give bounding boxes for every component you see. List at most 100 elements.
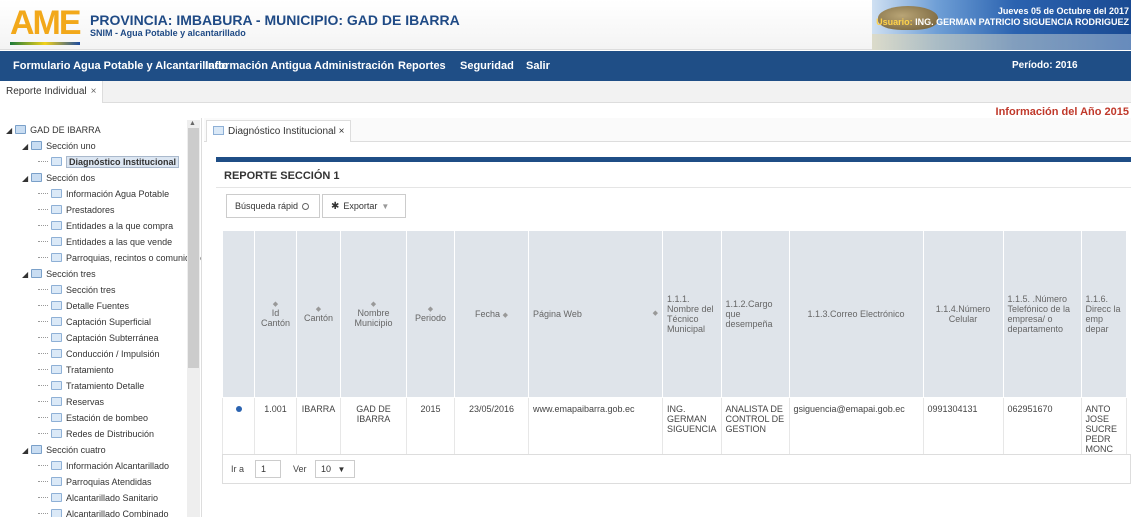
col-nombre-municipio[interactable]: ◆ Nombre Municipio: [340, 230, 407, 398]
tree-item[interactable]: Captación Superficial: [38, 314, 151, 330]
page-icon: [51, 413, 62, 422]
tree-item[interactable]: Prestadores: [38, 202, 115, 218]
tree-item[interactable]: Parroquias Atendidas: [38, 474, 152, 490]
ame-logo: AME: [8, 4, 82, 46]
cell-telefono: 062951670: [1002, 397, 1082, 461]
sidebar-tree: ◢ GAD DE IBARRA ◢ Sección uno Diagnóstico In…: [0, 118, 202, 517]
cell-id-canton: 1.001: [254, 397, 297, 461]
nav-salir[interactable]: Salir: [526, 60, 550, 72]
sidebar-scrollbar[interactable]: ▲: [187, 120, 200, 517]
report-table: ◆ Id Cantón ◆ Cantón ◆ Nombre Municipio ◆ Pe…: [222, 230, 1127, 461]
tree-item[interactable]: Tratamiento: [38, 362, 114, 378]
close-icon[interactable]: ×: [339, 126, 345, 137]
page-icon: [51, 509, 62, 517]
col-action: [222, 230, 255, 398]
nav-informacion-antigua[interactable]: Información Antigua: [205, 60, 312, 72]
cell-celular: 0991304131: [922, 397, 1004, 461]
col-id-canton[interactable]: ◆ Id Cantón: [254, 230, 297, 398]
cell-fecha: 23/05/2016: [454, 397, 529, 461]
close-icon[interactable]: ×: [91, 86, 97, 97]
page-icon: [51, 397, 62, 406]
tree-item[interactable]: Redes de Distribución: [38, 426, 154, 442]
col-fecha[interactable]: Fecha ◆: [454, 230, 529, 398]
export-button[interactable]: ✱ Exportar ▼: [322, 194, 406, 218]
goto-label: Ir a: [231, 464, 245, 474]
quick-search-button[interactable]: Búsqueda rápid: [226, 194, 320, 218]
header-subtitle: SNIM - Agua Potable y alcantarillado: [90, 28, 246, 38]
tree-item[interactable]: Diagnóstico Institucional: [38, 154, 180, 170]
page-icon: [51, 349, 62, 358]
col-cargo[interactable]: 1.1.2.Cargo que desempeña: [720, 230, 790, 398]
tree-folder[interactable]: ◢ Sección uno: [22, 138, 96, 154]
page-icon: [51, 493, 62, 502]
tree-root[interactable]: ◢ GAD DE IBARRA: [6, 122, 101, 138]
table-toolbar: Búsqueda rápid ✱ Exportar ▼: [226, 194, 406, 220]
sort-icon: ◆: [370, 301, 377, 308]
cell-cargo: ANALISTA DE CONTROL DE GESTION: [720, 397, 790, 461]
col-direccion[interactable]: 1.1.6. Direcc la emp depar: [1080, 230, 1127, 398]
page-icon: [51, 253, 62, 262]
page-icon: [51, 461, 62, 470]
tree-item[interactable]: Reservas: [38, 394, 104, 410]
current-date: Jueves 05 de Octubre del 2017: [997, 6, 1129, 16]
tree-item[interactable]: Entidades a la que compra: [38, 218, 173, 234]
tree-folder[interactable]: ◢ Sección tres: [22, 266, 96, 282]
col-canton[interactable]: ◆ Cantón: [296, 230, 341, 398]
section-title: REPORTE SECCIÓN 1: [216, 162, 1131, 188]
scroll-up-icon[interactable]: ▲: [189, 120, 196, 127]
tab-reporte-individual[interactable]: Reporte Individual ×: [0, 81, 104, 103]
page-icon: [213, 126, 224, 135]
nav-formulario[interactable]: Formulario Agua Potable y Alcantarillado: [13, 60, 228, 72]
page-icon: [51, 365, 62, 374]
tree-folder[interactable]: ◢ Sección cuatro: [22, 442, 106, 458]
tree-item[interactable]: Parroquias, recintos o comunidades: [38, 250, 201, 266]
info-year-label: Información del Año 2015: [995, 106, 1129, 118]
nav-seguridad[interactable]: Seguridad: [460, 60, 514, 72]
page-icon: [51, 333, 62, 342]
tree-item[interactable]: Información Alcantarillado: [38, 458, 169, 474]
app-header: AME PROVINCIA: IMBABURA - MUNICIPIO: GAD…: [0, 0, 1131, 50]
nav-reportes[interactable]: Reportes: [398, 60, 446, 72]
tree-item[interactable]: Sección tres: [38, 282, 116, 298]
page-icon: [51, 237, 62, 246]
view-record-icon[interactable]: [222, 397, 255, 461]
page-icon: [51, 301, 62, 310]
tree-item[interactable]: Tratamiento Detalle: [38, 378, 144, 394]
col-correo[interactable]: 1.1.3.Correo Electrónico: [788, 230, 924, 398]
table-header-row: ◆ Id Cantón ◆ Cantón ◆ Nombre Municipio ◆ Pe…: [222, 230, 1127, 398]
nav-administracion[interactable]: Administración: [314, 60, 394, 72]
tab-diagnostico-institucional[interactable]: Diagnóstico Institucional ×: [206, 120, 352, 142]
cell-periodo: 2015: [406, 397, 455, 461]
col-periodo[interactable]: ◆ Periodo: [406, 230, 455, 398]
tree-item[interactable]: Conducción / Impulsión: [38, 346, 160, 362]
page-icon: [51, 205, 62, 214]
folder-icon: [31, 269, 43, 278]
gear-icon: ✱: [331, 201, 340, 212]
tree-item[interactable]: Captación Subterránea: [38, 330, 159, 346]
col-telefono[interactable]: 1.1.5. .Número Telefónico de la empresa/…: [1002, 230, 1082, 398]
tree-item[interactable]: Información Agua Potable: [38, 186, 169, 202]
main-panel: Diagnóstico Institucional × REPORTE SECC…: [204, 118, 1131, 517]
sort-icon: ◆: [427, 306, 434, 313]
col-nombre-tecnico[interactable]: 1.1.1. Nombre del Técnico Municipal: [662, 230, 722, 398]
sort-icon: ◆: [652, 310, 658, 317]
page-icon: [51, 157, 62, 166]
col-celular[interactable]: 1.1.4.Número Celular: [922, 230, 1004, 398]
current-user: Usuario: ING. GERMAN PATRICIO SIGUENCIA …: [876, 17, 1129, 27]
page-input[interactable]: 1: [255, 460, 281, 478]
cell-nombre-tecnico: ING. GERMAN SIGUENCIA: [662, 397, 722, 461]
page-size-select[interactable]: 10 ▼: [315, 460, 355, 478]
tree-item[interactable]: Alcantarillado Sanitario: [38, 490, 158, 506]
cell-pagina-web: www.emapaibarra.gob.ec: [528, 397, 663, 461]
tree-item[interactable]: Detalle Fuentes: [38, 298, 129, 314]
page-icon: [51, 477, 62, 486]
tree-item[interactable]: Estación de bombeo: [38, 410, 148, 426]
cell-nombre-municipio: GAD DE IBARRA: [340, 397, 407, 461]
scroll-thumb[interactable]: [188, 128, 199, 368]
col-pagina-web[interactable]: Página Web ◆: [528, 230, 663, 398]
page-icon: [51, 429, 62, 438]
tree-item[interactable]: Entidades a las que vende: [38, 234, 172, 250]
tree-folder[interactable]: ◢ Sección dos: [22, 170, 95, 186]
tree-item[interactable]: Alcantarillado Combinado: [38, 506, 169, 517]
search-icon: [302, 203, 310, 210]
